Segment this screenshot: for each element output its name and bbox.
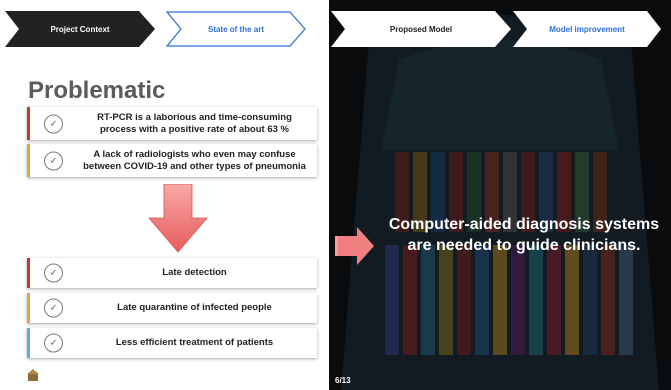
problem-text: RT-PCR is a laborious and time-consuming…: [97, 111, 292, 135]
arrow-down-icon: [148, 184, 208, 253]
consequence-card: ✓ Less efficient treatment of patients: [27, 328, 317, 358]
nav-project-context[interactable]: Project Context: [5, 11, 155, 47]
nav-label: Proposed Model: [389, 24, 453, 34]
consequence-text: Late detection: [162, 267, 227, 278]
page-title: Problematic: [28, 77, 166, 104]
consequence-text: Late quarantine of infected people: [117, 302, 272, 313]
problem-card: ✓ A lack of radiologists who even may co…: [27, 144, 317, 177]
consequence-card: ✓ Late quarantine of infected people: [27, 293, 317, 323]
check-circle-icon: ✓: [44, 151, 63, 170]
check-circle-icon: ✓: [44, 298, 63, 318]
page-number: 6/13: [335, 376, 351, 385]
nav-label: Project Context: [50, 24, 110, 34]
nav-model-improvement[interactable]: Model improvement: [513, 11, 661, 47]
nav-label: State of the art: [207, 24, 264, 34]
nav-label: Model improvement: [549, 24, 625, 34]
ship-background-image: [329, 0, 671, 390]
right-panel: Proposed Model Model improvement Compute…: [329, 0, 671, 390]
check-circle-icon: ✓: [44, 333, 63, 353]
arrow-right-icon: [335, 227, 374, 265]
check-circle-icon: ✓: [44, 114, 63, 133]
nav-proposed-model[interactable]: Proposed Model: [331, 11, 511, 47]
left-panel: Project Context State of the art Problem…: [0, 0, 329, 390]
consequence-text: Less efficient treatment of patients: [115, 337, 274, 348]
check-circle-icon: ✓: [44, 263, 63, 283]
problem-card: ✓ RT-PCR is a laborious and time-consumi…: [27, 107, 317, 140]
logo-icon: [27, 369, 39, 381]
problem-text: A lack of radiologists who even may conf…: [83, 148, 306, 172]
consequence-card: ✓ Late detection: [27, 258, 317, 288]
conclusion-text: Computer-aided diagnosis systems are nee…: [388, 216, 660, 254]
nav-state-of-the-art[interactable]: State of the art: [166, 11, 306, 47]
